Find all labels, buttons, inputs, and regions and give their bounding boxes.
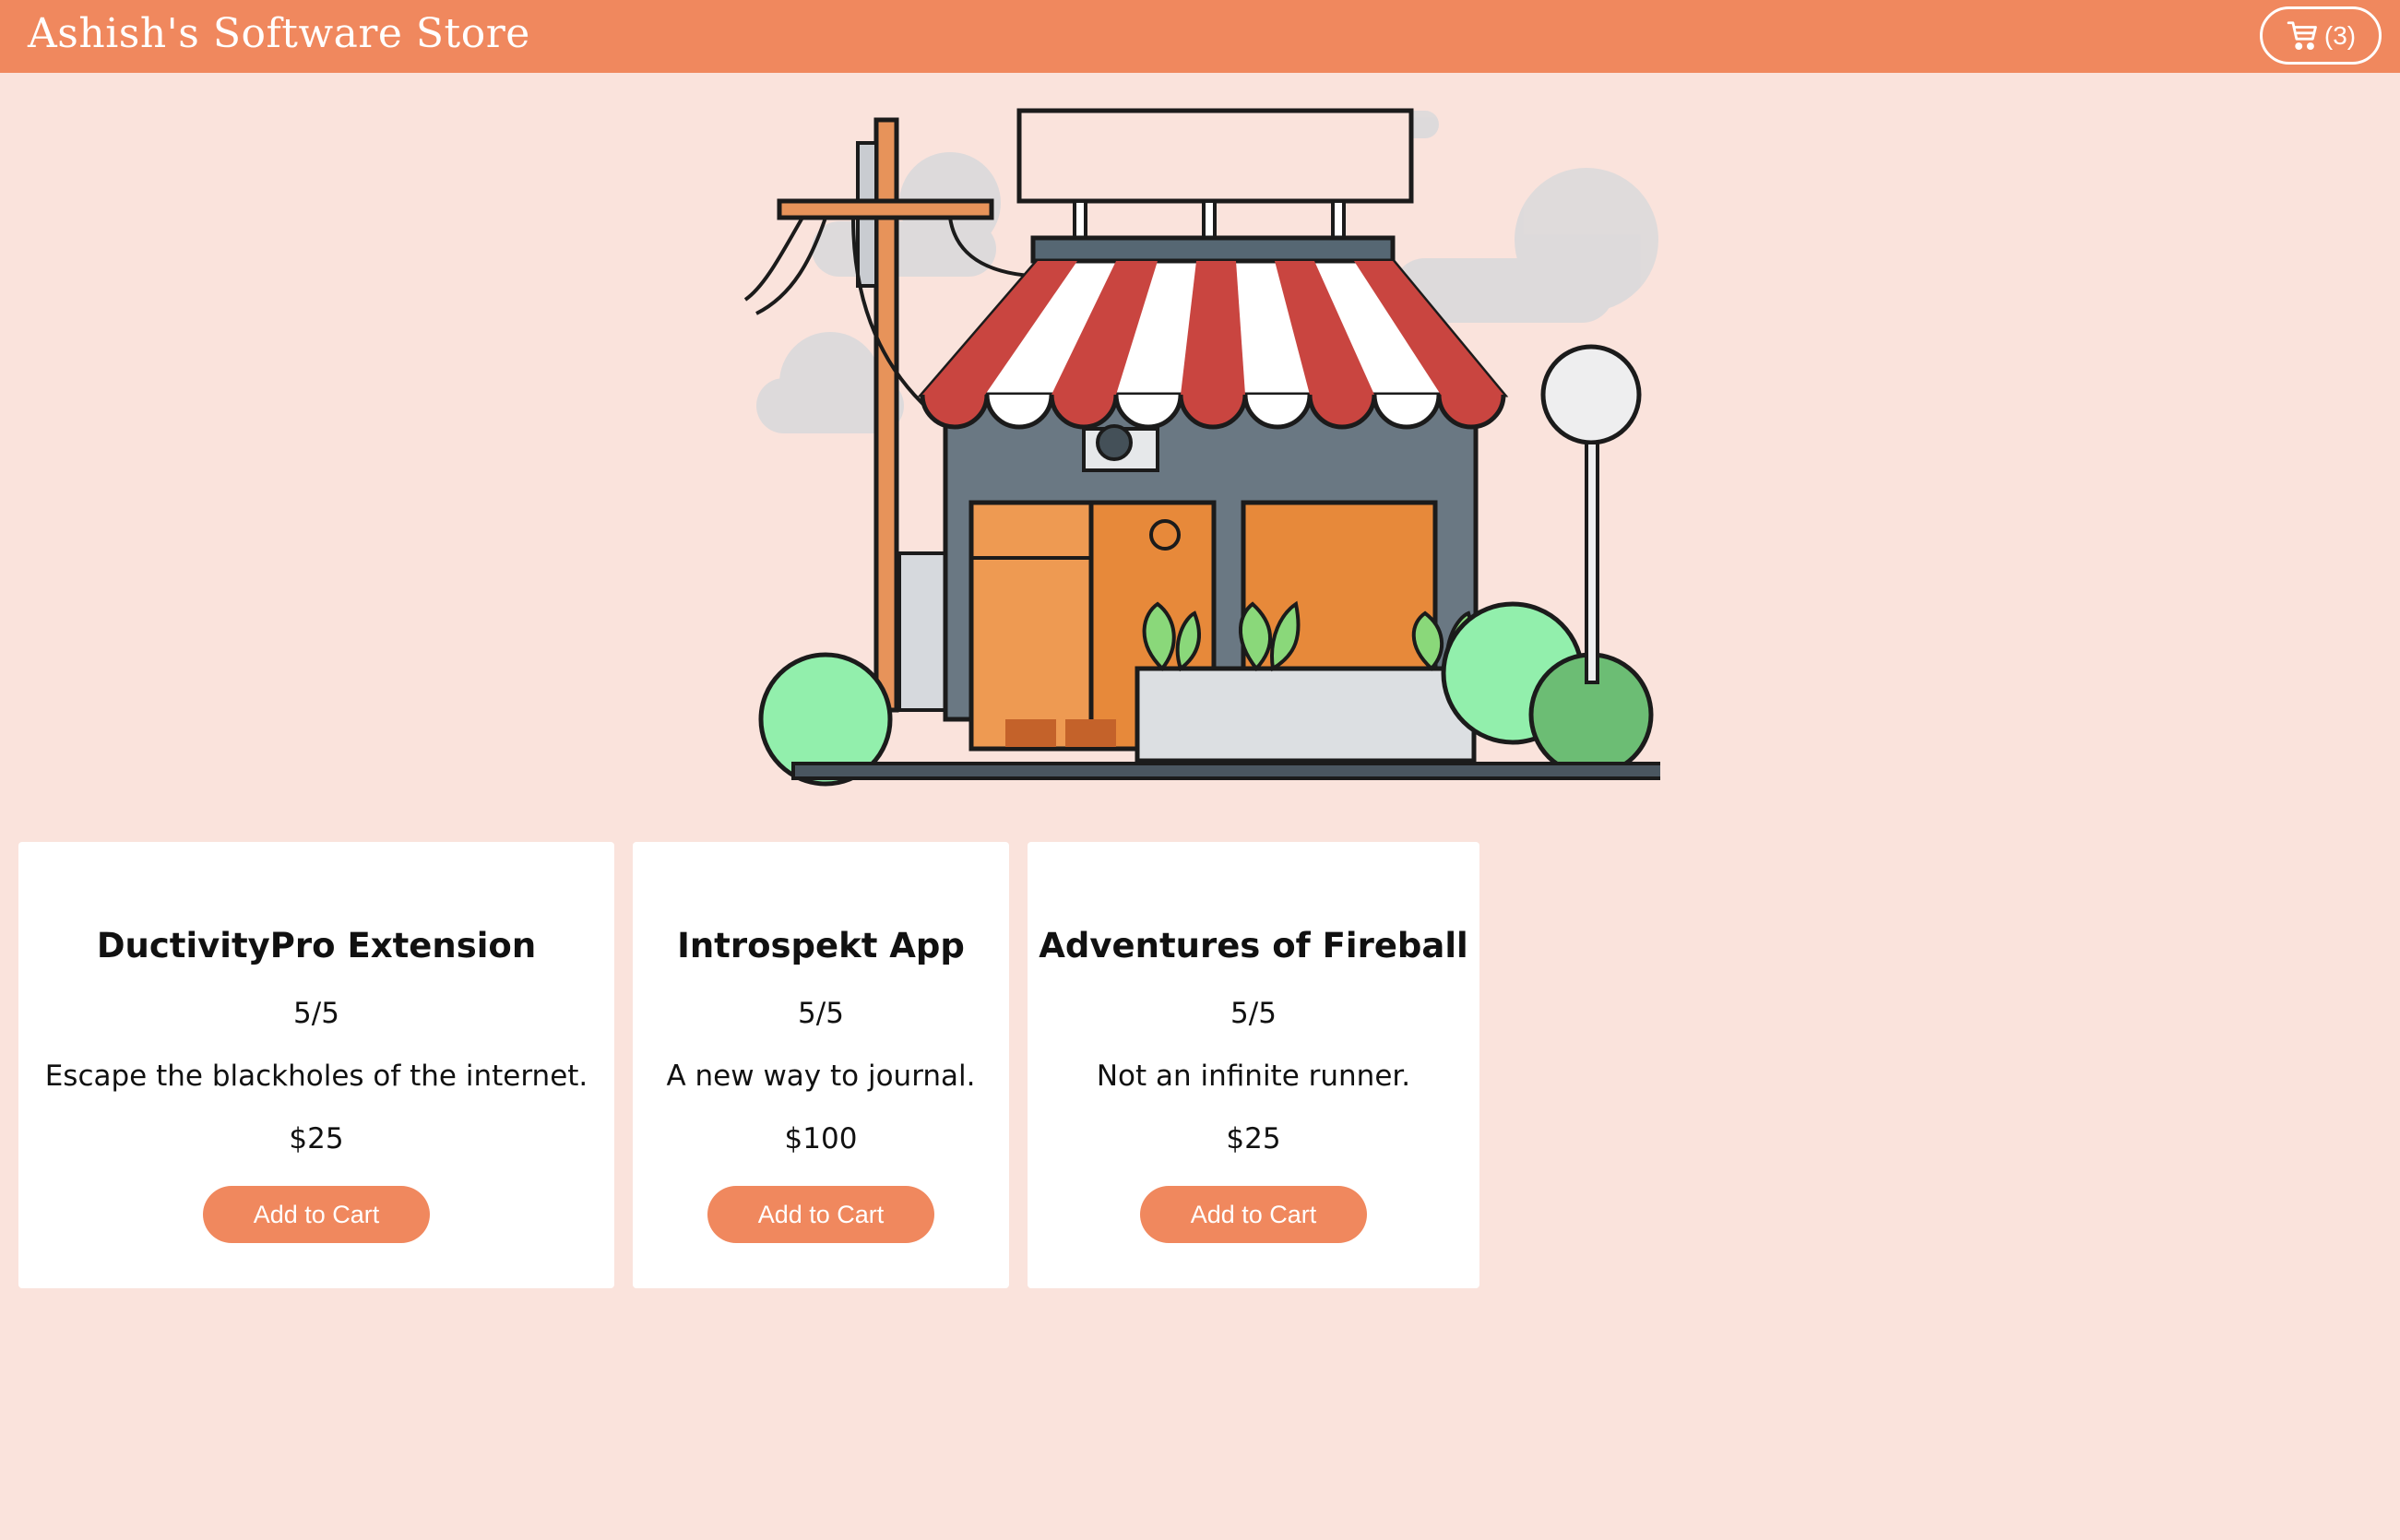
product-rating: 5/5: [1230, 997, 1277, 1030]
product-description: A new way to journal.: [666, 1060, 976, 1093]
cart-count: (3): [2323, 20, 2357, 50]
top-bar: Ashish's Software Store (3): [0, 0, 2400, 73]
product-title: DuctivityPro Extension: [96, 926, 537, 965]
product-price: $100: [784, 1122, 858, 1155]
product-title: Introspekt App: [677, 926, 965, 965]
product-price: $25: [289, 1122, 344, 1155]
product-title: Adventures of Fireball: [1039, 926, 1468, 965]
cart-button[interactable]: (3): [2260, 6, 2382, 65]
store-title[interactable]: Ashish's Software Store: [28, 10, 530, 57]
product-card: DuctivityPro Extension 5/5 Escape the bl…: [18, 842, 614, 1288]
shopping-cart-icon: [2286, 18, 2321, 53]
product-card: Introspekt App 5/5 A new way to journal.…: [633, 842, 1009, 1288]
storefront-illustration: [738, 101, 1671, 793]
product-description: Not an infinite runner.: [1096, 1060, 1411, 1093]
add-to-cart-button[interactable]: Add to Cart: [707, 1186, 934, 1243]
add-to-cart-button[interactable]: Add to Cart: [203, 1186, 430, 1243]
add-to-cart-button[interactable]: Add to Cart: [1140, 1186, 1367, 1243]
product-description: Escape the blackholes of the internet.: [44, 1060, 588, 1093]
product-rating: 5/5: [293, 997, 339, 1030]
product-price: $25: [1226, 1122, 1281, 1155]
product-rating: 5/5: [798, 997, 844, 1030]
product-card: Adventures of Fireball 5/5 Not an infini…: [1028, 842, 1479, 1288]
